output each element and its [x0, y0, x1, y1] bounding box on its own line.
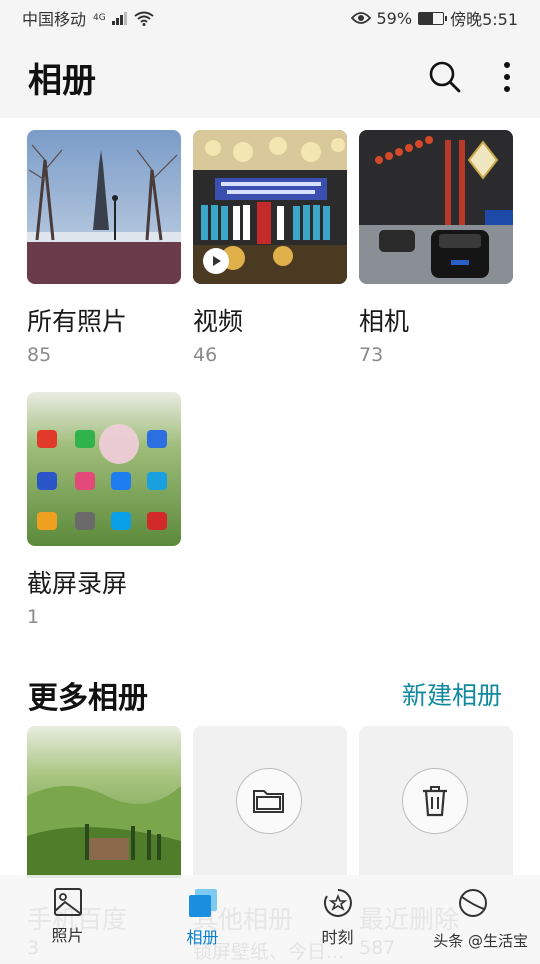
page-title: 相册: [28, 60, 96, 101]
album-name: 视频: [193, 307, 244, 336]
album-icon: [188, 889, 217, 917]
trash-icon: [402, 768, 468, 834]
battery-percent: 59%: [376, 8, 413, 28]
more-albums-title: 更多相册: [28, 681, 148, 716]
status-bar: 中国移动 4G 59% 傍晚5:51: [0, 0, 540, 36]
clock: 傍晚5:51: [450, 10, 518, 29]
eye-comfort-icon: [350, 12, 371, 24]
photo-icon: [53, 888, 82, 916]
album-thumbnail: [193, 130, 347, 284]
album-thumbnail: [359, 130, 513, 284]
album-other[interactable]: [193, 726, 347, 878]
album-name: 截屏录屏: [27, 569, 128, 598]
discover-icon: [458, 889, 487, 917]
album-all-photos[interactable]: 所有照片 85: [27, 130, 181, 366]
album-baidu[interactable]: [27, 726, 181, 878]
album-count: 73: [359, 344, 384, 366]
album-video[interactable]: 视频 46: [193, 130, 347, 366]
watermark: 头条 @生活宝: [433, 930, 528, 951]
folder-icon: [236, 768, 302, 834]
watermark-text: 头条 @生活宝: [433, 932, 528, 950]
nav-moments[interactable]: 时刻: [270, 875, 405, 960]
nav-label: 时刻: [321, 928, 354, 947]
album-count: 46: [193, 344, 218, 366]
nav-photos[interactable]: 照片: [0, 875, 135, 960]
app-bar: 相册: [0, 36, 540, 118]
nav-label: 照片: [51, 926, 84, 945]
album-camera[interactable]: 相机 73: [359, 130, 513, 366]
network-type: 4G: [93, 13, 106, 23]
status-right: 59% 傍晚5:51: [350, 6, 518, 30]
play-icon: [203, 248, 229, 274]
carrier-name: 中国移动: [22, 10, 87, 29]
album-name: 所有照片: [27, 307, 128, 336]
moments-icon: [323, 889, 352, 917]
album-content: 所有照片 85 视频 46 相机 73 截屏录屏 1 更多相册 新建相册: [0, 118, 540, 878]
new-album-button[interactable]: 新建相册: [402, 676, 502, 712]
album-thumbnail: [27, 392, 181, 546]
nav-label: 相册: [186, 928, 219, 947]
search-icon[interactable]: [428, 60, 462, 94]
app-actions: [428, 60, 512, 94]
album-recently-deleted[interactable]: [359, 726, 513, 878]
battery-icon: [418, 11, 448, 25]
wifi-icon: [134, 11, 154, 26]
signal-icon: [111, 12, 127, 25]
album-name: 相机: [359, 307, 410, 336]
album-thumbnail: [27, 130, 181, 284]
more-vertical-icon[interactable]: [502, 60, 512, 94]
status-left: 中国移动 4G: [22, 6, 154, 30]
album-screenshots[interactable]: 截屏录屏 1: [27, 392, 181, 628]
nav-albums[interactable]: 相册: [135, 875, 270, 960]
album-count: 85: [27, 344, 52, 366]
album-count: 1: [27, 606, 40, 628]
